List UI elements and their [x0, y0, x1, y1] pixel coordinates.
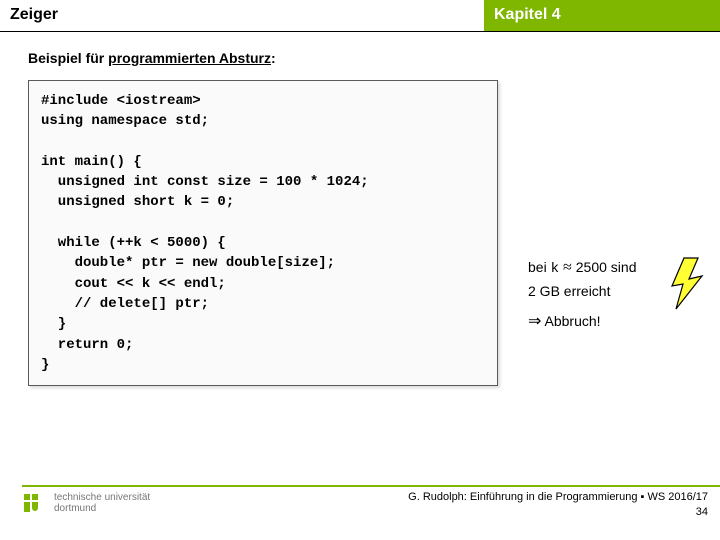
annotation-box: bei k ≈ 2500 sind 2 GB erreicht ⇒ Abbruc… [528, 257, 636, 334]
subtitle: Beispiel für programmierten Absturz: [28, 50, 692, 66]
footer: technische universität dortmund G. Rudol… [22, 490, 708, 532]
logo-text-line1: technische universität [54, 492, 150, 503]
page-number: 34 [408, 505, 708, 520]
footer-right: G. Rudolph: Einführung in die Programmie… [408, 490, 708, 520]
double-arrow-icon: ⇒ [528, 313, 541, 330]
header-title-right: Kapitel 4 [484, 0, 720, 31]
annotation-abort: Abbruch! [541, 313, 600, 329]
footer-credit: G. Rudolph: Einführung in die Programmie… [408, 490, 708, 505]
annotation-line2: 2 GB erreicht [528, 282, 636, 302]
subtitle-prefix: Beispiel für [28, 50, 108, 66]
annotation-arrow-row: ⇒ Abbruch! [528, 311, 636, 333]
subtitle-underlined: programmierten Absturz [108, 50, 271, 66]
annotation-var-k: k [551, 261, 559, 277]
code-block: #include <iostream> using namespace std;… [28, 80, 498, 386]
logo-text: technische universität dortmund [54, 492, 150, 514]
approx-symbol: ≈ [559, 259, 576, 276]
slide-header: Zeiger Kapitel 4 [0, 0, 720, 32]
annotation-line1: bei k ≈ 2500 sind [528, 257, 636, 280]
tu-dortmund-logo: technische universität dortmund [22, 490, 150, 516]
logo-mark-icon [22, 490, 48, 516]
annotation-value: 2500 sind [576, 259, 637, 275]
subtitle-suffix: : [271, 50, 276, 66]
logo-text-line2: dortmund [54, 503, 150, 514]
lightning-bolt-icon [668, 256, 708, 311]
header-title-left: Zeiger [0, 0, 480, 31]
annotation-line1-prefix: bei [528, 259, 551, 275]
footer-divider [22, 485, 720, 487]
